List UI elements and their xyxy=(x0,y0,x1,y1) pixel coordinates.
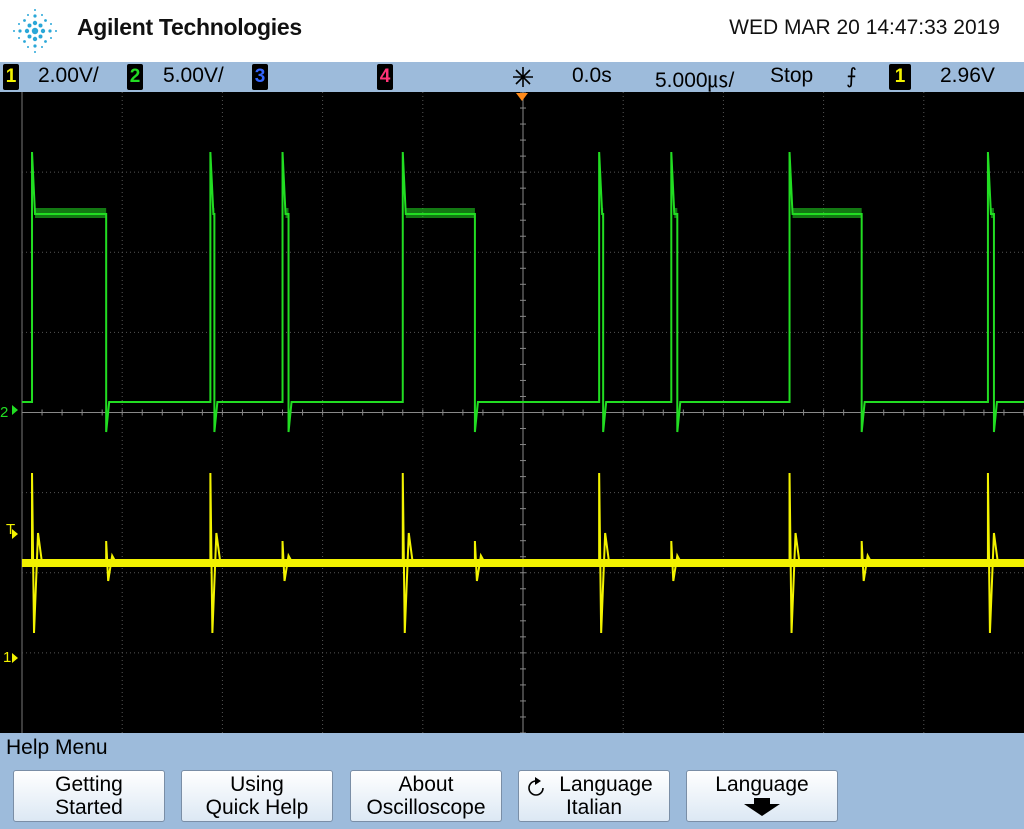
graticule xyxy=(21,91,1024,734)
trigger-position-marker xyxy=(516,93,528,101)
ch1-spike xyxy=(670,540,683,582)
ch2-ground-arrow xyxy=(12,405,18,415)
ch2-high-noise xyxy=(405,208,475,218)
ch1-spike xyxy=(209,472,222,634)
delay-icon xyxy=(513,67,533,87)
menu-title: Help Menu xyxy=(6,736,108,759)
softkey-label: Quick Help xyxy=(205,796,309,819)
ch3-badge[interactable]: 3 xyxy=(252,64,268,90)
ch1-spike xyxy=(401,472,414,634)
ch1-ground-arrow xyxy=(12,653,18,663)
delay-value: 0.0s xyxy=(572,64,612,87)
ch1-ground-marker[interactable]: 1 xyxy=(3,649,11,666)
ch2-badge[interactable]: 2 xyxy=(127,64,143,90)
softkey-label: Getting xyxy=(55,773,123,796)
ch1-spike xyxy=(281,540,294,582)
language-italian-button[interactable]: Language Italian xyxy=(518,770,670,822)
rotate-icon xyxy=(528,777,544,796)
waveform-display: 2 T 1 xyxy=(0,91,1024,734)
title-bar: Agilent Technologies WED MAR 20 14:47:33… xyxy=(0,0,1024,62)
date-time: WED MAR 20 14:47:33 2019 xyxy=(729,16,1000,39)
ch2-scale: 5.00V/ xyxy=(163,64,224,87)
getting-started-button[interactable]: Getting Started xyxy=(13,770,165,822)
ch1-spike xyxy=(598,472,611,634)
language-button[interactable]: Language xyxy=(686,770,838,822)
about-oscilloscope-button[interactable]: About Oscilloscope xyxy=(350,770,502,822)
ch2-ground-marker[interactable]: 2 xyxy=(0,404,8,421)
status-bar: 1 2.00V/ 2 5.00V/ 3 4 0.0s 5.000㎲/ Stop … xyxy=(0,62,1024,92)
ch1-scale: 2.00V/ xyxy=(38,64,99,87)
ch2-high-noise xyxy=(990,208,994,218)
trigger-level: 2.96V xyxy=(940,64,995,87)
brand-name: Agilent Technologies xyxy=(77,14,302,40)
ch1-spike xyxy=(788,472,801,634)
softkey-label: About xyxy=(398,773,454,796)
ch2-high-noise xyxy=(285,208,289,218)
run-state: Stop xyxy=(770,64,814,87)
trigger-slope-icon: ⨍ xyxy=(846,65,857,88)
waveform-plot: 2 T 1 xyxy=(0,91,1024,734)
ch1-spike xyxy=(105,540,118,582)
ch2-high-noise xyxy=(674,208,678,218)
ch1-spike xyxy=(473,540,486,582)
ch2-high-noise xyxy=(213,208,215,218)
ch2-high-noise xyxy=(602,208,604,218)
ch2-high-noise xyxy=(792,208,862,218)
using-quick-help-button[interactable]: Using Quick Help xyxy=(181,770,333,822)
ch1-badge[interactable]: 1 xyxy=(3,64,19,90)
ch1-trace xyxy=(22,559,1024,567)
softkey-label: Language xyxy=(715,773,809,796)
trigger-source-badge[interactable]: 1 xyxy=(889,64,911,90)
ch1-spike xyxy=(31,472,44,634)
timebase-value: 5.000㎲/ xyxy=(655,69,735,92)
softkey-label: Italian xyxy=(565,796,623,819)
softkey-label: Using xyxy=(230,773,284,796)
agilent-spark-logo xyxy=(13,9,57,53)
ch1-spike xyxy=(860,540,873,582)
softkey-label: Oscilloscope xyxy=(366,796,486,819)
softkey-label: Started xyxy=(55,796,123,819)
ch4-badge[interactable]: 4 xyxy=(377,64,393,90)
ch1-spike xyxy=(986,472,999,634)
arrow-down-icon xyxy=(744,798,780,816)
ch2-high-noise xyxy=(35,208,107,218)
